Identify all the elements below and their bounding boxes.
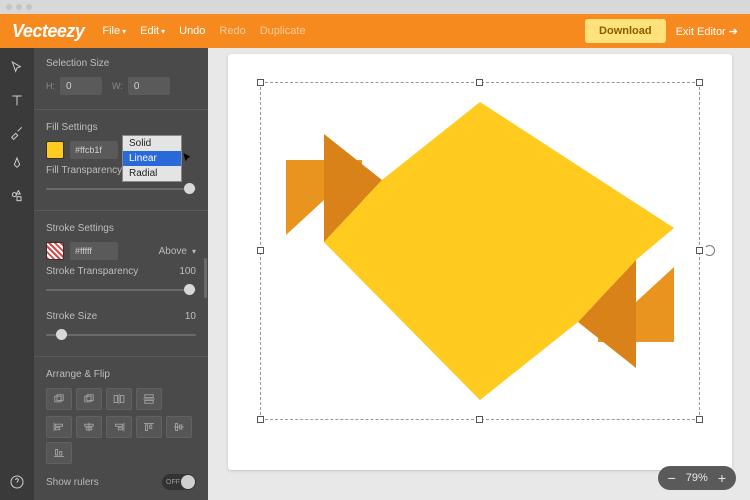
window-titlebar xyxy=(0,0,750,14)
stroke-size-slider[interactable] xyxy=(46,328,196,342)
align-bottom-button[interactable] xyxy=(46,442,72,464)
stroke-transparency-value: 100 xyxy=(179,266,196,277)
resize-handle[interactable] xyxy=(476,416,483,423)
zoom-value: 79% xyxy=(686,472,708,484)
traffic-light xyxy=(6,4,12,10)
align-left-button[interactable] xyxy=(46,416,72,438)
stroke-hex-input[interactable]: #fffff xyxy=(70,242,118,260)
chevron-down-icon: ▾ xyxy=(122,27,126,36)
stroke-transparency-slider[interactable] xyxy=(46,283,196,297)
resize-handle[interactable] xyxy=(696,247,703,254)
shapes-tool-icon[interactable] xyxy=(7,186,27,206)
align-right-button[interactable] xyxy=(106,416,132,438)
help-icon[interactable] xyxy=(7,472,27,492)
resize-handle[interactable] xyxy=(696,79,703,86)
flip-horizontal-button[interactable] xyxy=(106,388,132,410)
resize-handle[interactable] xyxy=(476,79,483,86)
properties-panel: Selection Size H: 0 W: 0 Fill Settings #… xyxy=(34,48,208,500)
stroke-size-label: Stroke Size xyxy=(46,311,97,322)
resize-handle[interactable] xyxy=(257,79,264,86)
traffic-light xyxy=(26,4,32,10)
fill-type-dropdown[interactable]: Solid Linear Radial xyxy=(122,135,182,182)
selection-bounding-box[interactable] xyxy=(260,82,700,420)
exit-editor-button[interactable]: Exit Editor ➔ xyxy=(676,25,738,38)
menu-undo[interactable]: Undo xyxy=(179,25,205,37)
width-input[interactable]: 0 xyxy=(128,77,170,95)
fill-transparency-slider[interactable] xyxy=(46,182,196,196)
stroke-position-select[interactable]: Above▾ xyxy=(159,246,196,257)
selection-size-label: Selection Size xyxy=(46,58,196,69)
text-tool-icon[interactable] xyxy=(7,90,27,110)
height-input[interactable]: 0 xyxy=(60,77,102,95)
stroke-settings-label: Stroke Settings xyxy=(46,223,196,234)
stroke-color-swatch[interactable] xyxy=(46,242,64,260)
width-label: W: xyxy=(112,81,123,91)
rotate-handle[interactable] xyxy=(704,245,715,256)
stroke-transparency-label: Stroke Transparency xyxy=(46,266,138,277)
menu-duplicate[interactable]: Duplicate xyxy=(260,25,306,37)
brand-logo: Vecteezy xyxy=(12,21,84,42)
zoom-out-button[interactable]: − xyxy=(668,471,676,485)
download-button[interactable]: Download xyxy=(585,19,666,43)
fill-hex-input[interactable]: #ffcb1f xyxy=(70,141,118,159)
canvas[interactable] xyxy=(228,54,732,470)
tool-rail xyxy=(0,48,34,500)
resize-handle[interactable] xyxy=(257,247,264,254)
chevron-down-icon: ▾ xyxy=(161,27,165,36)
stroke-size-value: 10 xyxy=(185,311,196,322)
fill-option-radial[interactable]: Radial xyxy=(123,166,181,181)
bring-forward-button[interactable] xyxy=(46,388,72,410)
zoom-control: − 79% + xyxy=(658,466,736,490)
show-rulers-label: Show rulers xyxy=(46,477,99,488)
resize-handle[interactable] xyxy=(257,416,264,423)
zoom-in-button[interactable]: + xyxy=(718,471,726,485)
chevron-down-icon: ▾ xyxy=(192,247,196,256)
pen-tool-icon[interactable] xyxy=(7,154,27,174)
fill-color-swatch[interactable] xyxy=(46,141,64,159)
flip-vertical-button[interactable] xyxy=(136,388,162,410)
canvas-area: − 79% + xyxy=(208,48,750,500)
scrollbar[interactable] xyxy=(204,258,207,298)
fill-settings-label: Fill Settings xyxy=(46,122,196,133)
menu-file[interactable]: File▾ xyxy=(102,25,126,37)
fill-option-solid[interactable]: Solid xyxy=(123,136,181,151)
send-backward-button[interactable] xyxy=(76,388,102,410)
align-center-h-button[interactable] xyxy=(76,416,102,438)
align-top-button[interactable] xyxy=(136,416,162,438)
menu-redo[interactable]: Redo xyxy=(219,25,245,37)
height-label: H: xyxy=(46,81,55,91)
align-center-v-button[interactable] xyxy=(166,416,192,438)
cursor-icon xyxy=(181,152,195,169)
resize-handle[interactable] xyxy=(696,416,703,423)
menu-edit[interactable]: Edit▾ xyxy=(140,25,165,37)
brush-tool-icon[interactable] xyxy=(7,122,27,142)
top-menu-bar: Vecteezy File▾ Edit▾ Undo Redo Duplicate… xyxy=(0,14,750,48)
traffic-light xyxy=(16,4,22,10)
fill-option-linear[interactable]: Linear xyxy=(123,151,181,166)
arrange-flip-label: Arrange & Flip xyxy=(46,369,196,380)
show-rulers-toggle[interactable]: OFF xyxy=(162,474,196,490)
fill-transparency-label: Fill Transparency xyxy=(46,165,122,176)
select-tool-icon[interactable] xyxy=(7,58,27,78)
